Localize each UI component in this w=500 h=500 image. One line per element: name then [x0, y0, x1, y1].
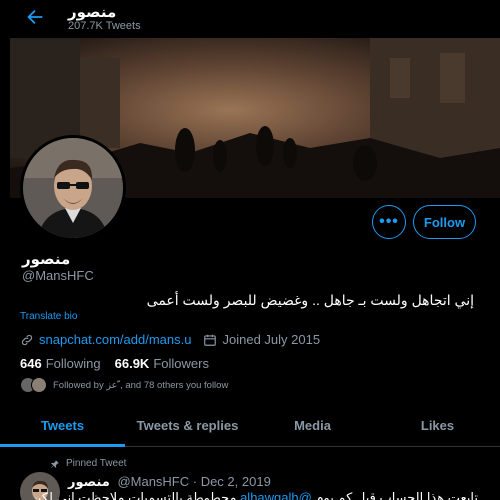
link-icon: [21, 334, 33, 345]
tweet-header: منصور @MansHFC · Dec 2, 2019: [68, 474, 271, 490]
profile-tabs: Tweets Tweets & replies Media Likes: [0, 405, 500, 447]
followers-stat[interactable]: 66.9K Followers: [115, 356, 209, 371]
tweet-handle-date: @MansHFC · Dec 2, 2019: [117, 474, 271, 489]
tweet-text-prefix: تابعت هذا الحساب قبل كم يوم: [311, 490, 478, 500]
tab-media[interactable]: Media: [250, 405, 375, 446]
profile-handle: @MansHFC: [22, 268, 94, 283]
tab-likes[interactable]: Likes: [375, 405, 500, 446]
tab-tweets[interactable]: Tweets: [0, 405, 125, 447]
tweet-author-name[interactable]: منصور: [68, 474, 110, 489]
header-tweet-count: 207.7K Tweets: [68, 20, 141, 32]
pinned-indicator: Pinned Tweet: [50, 458, 126, 469]
header-name: منصور: [68, 4, 117, 21]
tweet-text-suffix: محطوطة بالتسميات ملاحظت إني لكن: [31, 490, 241, 500]
pinned-label: Pinned Tweet: [66, 458, 127, 469]
following-stat[interactable]: 646 Following: [20, 356, 101, 371]
followers-count: 66.9K: [114, 356, 150, 371]
translate-bio-link[interactable]: Translate bio: [20, 311, 77, 322]
pin-icon: [51, 459, 59, 468]
joined-date: Joined July 2015: [222, 332, 321, 347]
profile-link[interactable]: snapchat.com/add/mans.u: [39, 332, 191, 347]
follow-button[interactable]: Follow: [413, 205, 476, 239]
arrow-left-icon[interactable]: [24, 6, 46, 28]
followed-by[interactable]: Followed by عز ّ, and 78 others you foll…: [20, 377, 228, 393]
profile-name: منصور: [22, 251, 71, 268]
tweet-mention[interactable]: @alhawgalh: [240, 490, 312, 500]
more-options-button[interactable]: •••: [372, 205, 406, 239]
follow-stats: 646 Following 66.9K Followers: [20, 356, 209, 371]
profile-bio: إني اتجاهل ولست بـ جاهل .. وغضيض للبصر و…: [146, 292, 474, 308]
followed-by-text: Followed by عز ّ, and 78 others you foll…: [53, 379, 229, 391]
calendar-icon: [204, 334, 217, 346]
follower-avatar: [31, 377, 47, 393]
profile-avatar[interactable]: [20, 135, 126, 241]
tweet-text: تابعت هذا الحساب قبل كم يوم @alhawgalh م…: [32, 490, 478, 500]
following-label: Following: [45, 356, 101, 371]
top-bar: منصور 207.7K Tweets: [0, 0, 500, 38]
followers-label: Followers: [153, 356, 209, 371]
tab-tweets-replies[interactable]: Tweets & replies: [125, 405, 250, 446]
profile-meta: snapchat.com/add/mans.u Joined July 2015: [20, 332, 320, 347]
following-count: 646: [20, 356, 42, 371]
